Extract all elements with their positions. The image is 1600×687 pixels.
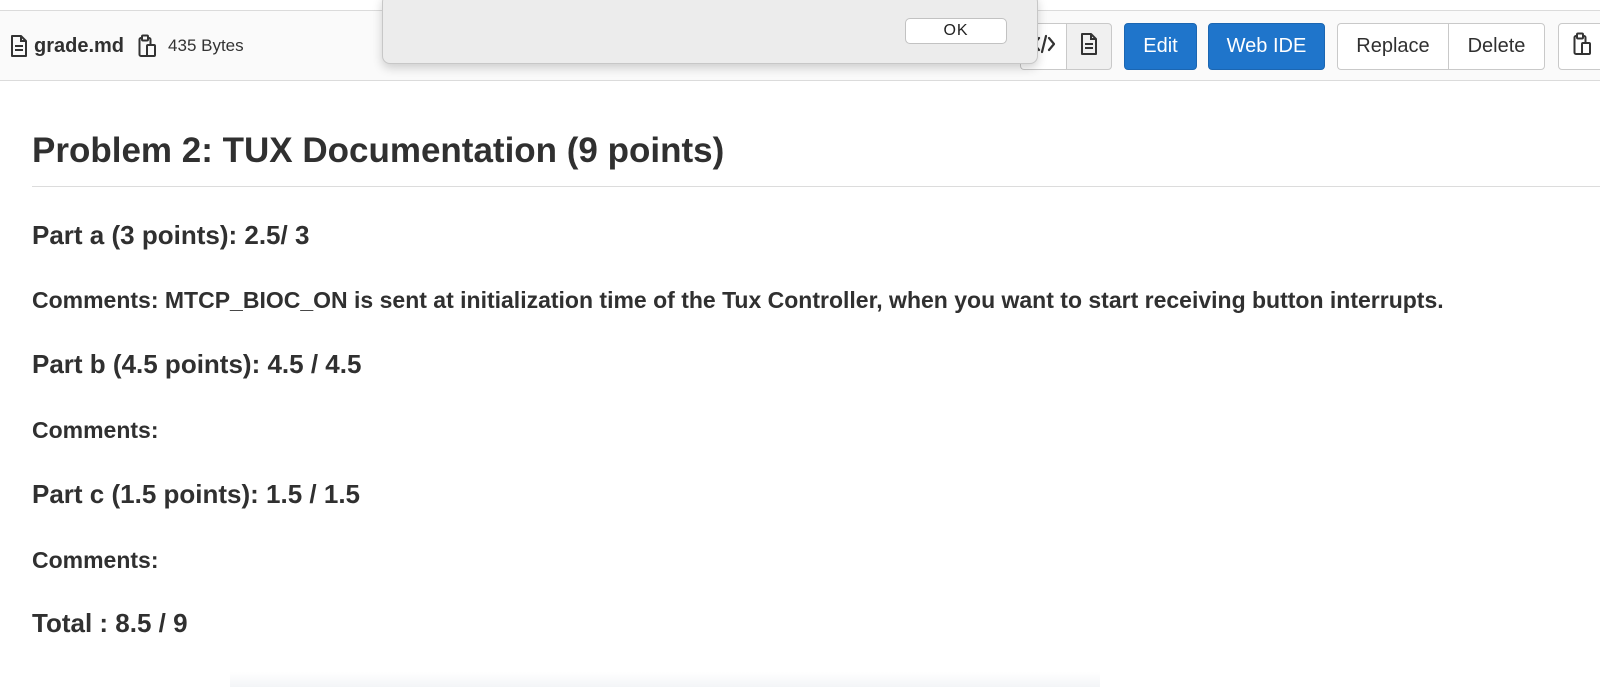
copy-file-path-button[interactable]	[138, 34, 157, 58]
file-text-icon	[1080, 32, 1098, 61]
dialog-ok-button[interactable]: OK	[905, 18, 1007, 44]
alert-dialog: OK	[382, 0, 1038, 64]
clipboard-icon	[1573, 32, 1591, 62]
page: grade.md 435 Bytes Edit Web IDE Replace …	[0, 0, 1600, 687]
total-score: Total : 8.5 / 9	[32, 608, 188, 638]
part-b-score: Part b (4.5 points): 4.5 / 4.5	[32, 349, 362, 379]
part-c-score: Part c (1.5 points): 1.5 / 1.5	[32, 479, 360, 509]
bottom-shadow	[230, 672, 1100, 687]
web-ide-button[interactable]: Web IDE	[1208, 23, 1325, 70]
part-a-comments: Comments: MTCP_BIOC_ON is sent at initia…	[32, 287, 1444, 313]
part-c-comments: Comments:	[32, 547, 159, 573]
display-rendered-button[interactable]	[1066, 23, 1112, 70]
document-title: Problem 2: TUX Documentation (9 points)	[32, 131, 725, 170]
file-text-icon	[10, 35, 28, 57]
delete-button[interactable]: Delete	[1448, 23, 1545, 70]
edit-button[interactable]: Edit	[1124, 23, 1197, 70]
copy-contents-button[interactable]	[1558, 23, 1600, 70]
file-size: 435 Bytes	[168, 36, 244, 55]
part-b-comments: Comments:	[32, 417, 159, 443]
replace-button[interactable]: Replace	[1337, 23, 1448, 70]
file-actions-group: Replace Delete	[1337, 23, 1545, 70]
file-info: grade.md 435 Bytes	[10, 11, 244, 81]
clipboard-icon	[138, 34, 157, 58]
part-a-score: Part a (3 points): 2.5/ 3	[32, 220, 310, 250]
file-name[interactable]: grade.md	[34, 35, 124, 58]
title-divider	[32, 186, 1600, 187]
